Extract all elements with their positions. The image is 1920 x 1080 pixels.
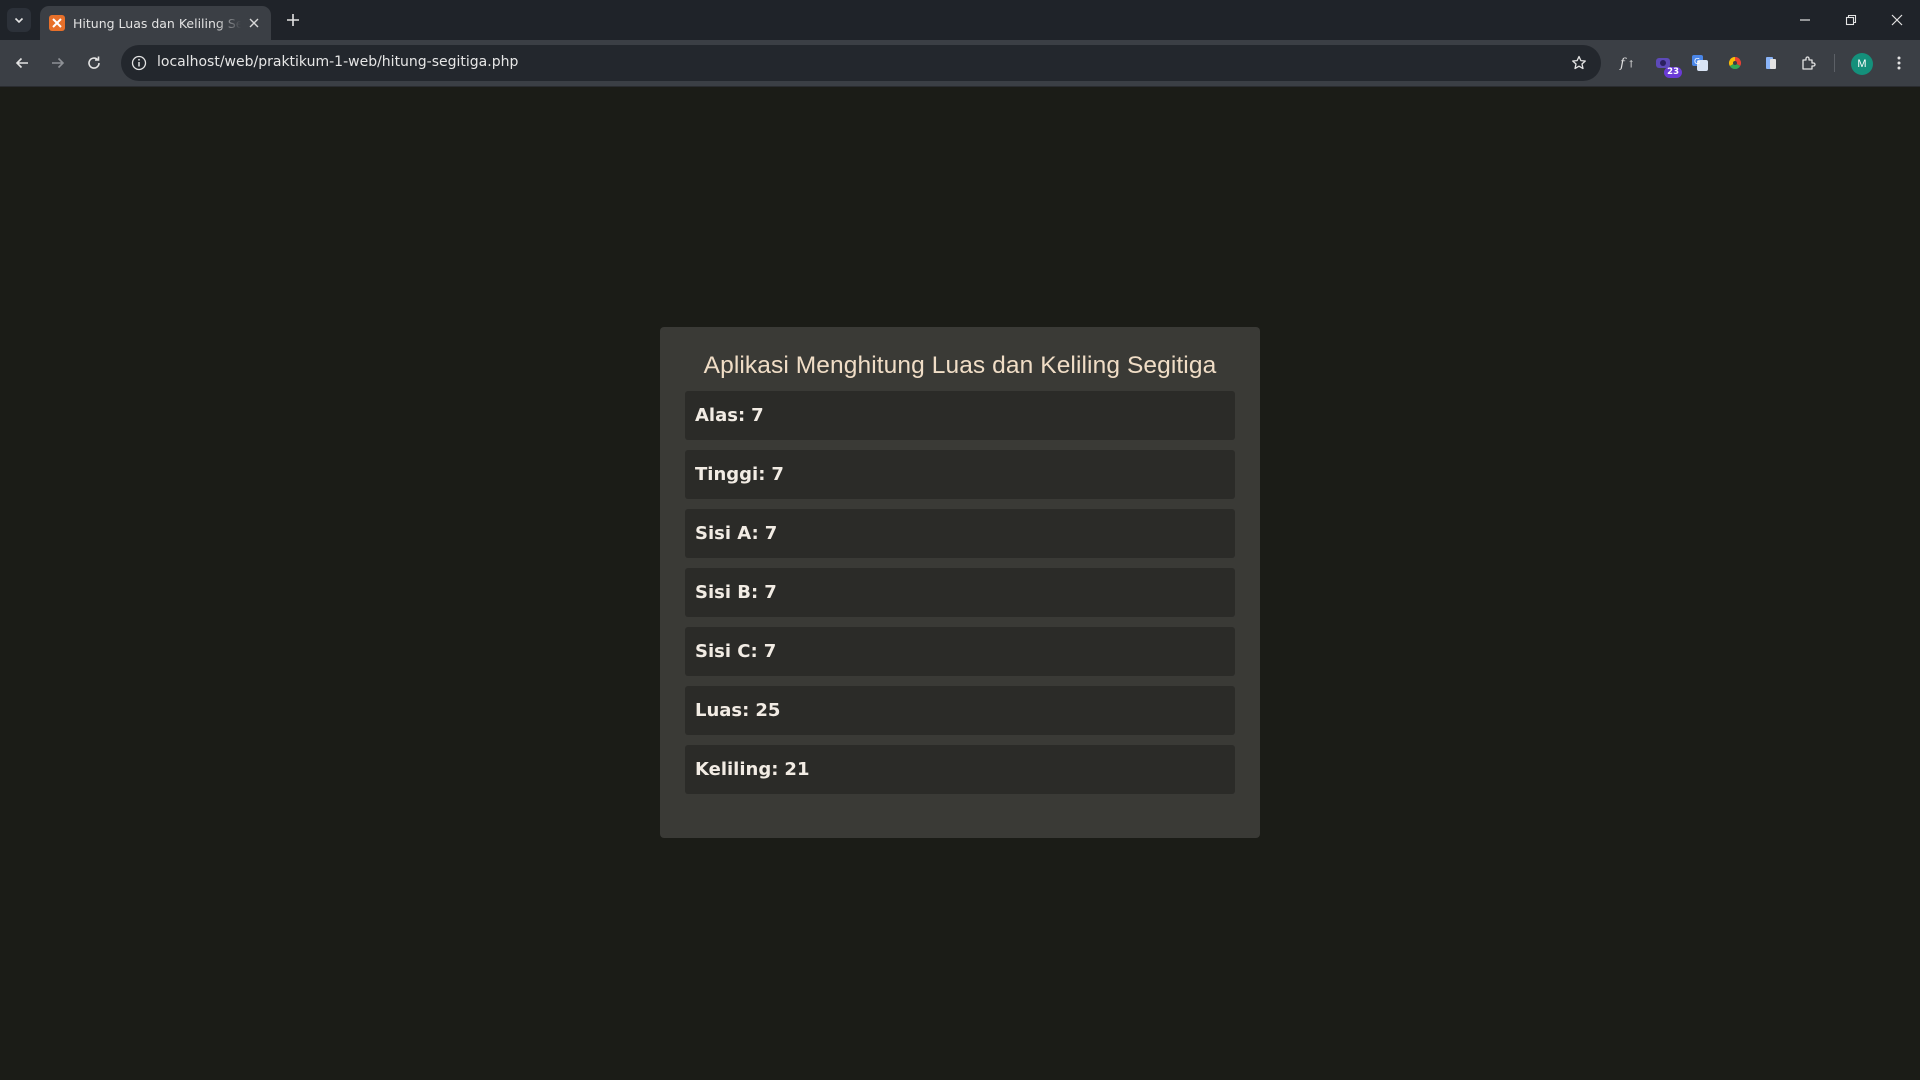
close-window-button[interactable] bbox=[1885, 8, 1909, 32]
svg-text:G: G bbox=[1694, 57, 1700, 66]
svg-text:↑: ↑ bbox=[1627, 60, 1635, 71]
back-button[interactable] bbox=[10, 51, 34, 75]
meet-extension-button[interactable]: 23 bbox=[1653, 51, 1682, 78]
extensions-button[interactable] bbox=[1796, 51, 1820, 75]
extension-badge: 23 bbox=[1664, 67, 1682, 78]
url-text[interactable]: localhost/web/praktikum-1-web/hitung-seg… bbox=[157, 54, 518, 70]
result-list: Alas: 7 Tinggi: 7 Sisi A: 7 Sisi B: 7 Si… bbox=[685, 391, 1235, 794]
xampp-favicon-icon bbox=[49, 15, 65, 31]
color-picker-extension-button[interactable] bbox=[1723, 51, 1747, 75]
color-wheel-icon bbox=[1728, 57, 1742, 70]
tab-strip: Hitung Luas dan Keliling Segitiga bbox=[0, 0, 1920, 40]
function-icon: f ↑ bbox=[1619, 57, 1635, 72]
svg-text:f: f bbox=[1619, 57, 1627, 72]
minimize-button[interactable] bbox=[1793, 8, 1817, 32]
row-value: 7 bbox=[751, 405, 764, 426]
new-tab-button[interactable] bbox=[282, 9, 304, 31]
browser-menu-button[interactable] bbox=[1887, 51, 1911, 75]
browser-toolbar: localhost/web/praktikum-1-web/hitung-seg… bbox=[0, 40, 1920, 87]
active-tab[interactable]: Hitung Luas dan Keliling Segitiga bbox=[40, 6, 271, 40]
document-icon bbox=[1766, 57, 1776, 69]
translate-extension-button[interactable]: G bbox=[1688, 51, 1712, 75]
row-label: Luas: bbox=[695, 700, 750, 721]
row-label: Keliling: bbox=[695, 759, 779, 780]
formula-extension-button[interactable]: f ↑ bbox=[1616, 51, 1640, 75]
row-label: Sisi A: bbox=[695, 523, 759, 544]
translate-icon: G bbox=[1692, 55, 1708, 71]
result-row-alas: Alas: 7 bbox=[685, 391, 1235, 440]
result-card: Aplikasi Menghitung Luas dan Keliling Se… bbox=[660, 327, 1260, 838]
page-title: Aplikasi Menghitung Luas dan Keliling Se… bbox=[703, 352, 1217, 379]
result-row-sisi-a: Sisi A: 7 bbox=[685, 509, 1235, 558]
row-value: 7 bbox=[771, 464, 784, 485]
arrow-left-icon bbox=[15, 57, 28, 69]
document-extension-button[interactable] bbox=[1759, 51, 1783, 75]
reload-button[interactable] bbox=[82, 51, 106, 75]
row-value: 7 bbox=[763, 641, 777, 662]
profile-avatar[interactable]: M bbox=[1851, 53, 1873, 75]
plus-icon bbox=[287, 14, 299, 26]
puzzle-icon bbox=[1802, 56, 1816, 70]
chevron-down-icon bbox=[14, 17, 24, 24]
row-value: 25 bbox=[755, 700, 781, 721]
restore-button[interactable] bbox=[1839, 8, 1863, 32]
address-bar[interactable]: localhost/web/praktikum-1-web/hitung-seg… bbox=[121, 45, 1601, 81]
site-info-icon[interactable] bbox=[129, 53, 149, 73]
arrow-right-icon bbox=[52, 57, 65, 69]
close-icon bbox=[1891, 14, 1903, 26]
row-label: Tinggi: bbox=[695, 464, 766, 485]
row-value: 7 bbox=[764, 582, 777, 603]
row-label: Alas: bbox=[695, 405, 746, 426]
result-row-sisi-c: Sisi C: 7 bbox=[685, 627, 1235, 676]
result-row-keliling: Keliling: 21 bbox=[685, 745, 1235, 794]
more-vertical-icon bbox=[1897, 56, 1901, 70]
row-label: Sisi C: bbox=[695, 641, 758, 662]
row-label: Sisi B: bbox=[695, 582, 759, 603]
bookmark-star-icon[interactable] bbox=[1569, 53, 1589, 73]
restore-icon bbox=[1845, 14, 1857, 26]
result-row-luas: Luas: 25 bbox=[685, 686, 1235, 735]
result-row-sisi-b: Sisi B: 7 bbox=[685, 568, 1235, 617]
row-value: 21 bbox=[784, 759, 810, 780]
row-value: 7 bbox=[764, 523, 778, 544]
result-row-tinggi: Tinggi: 7 bbox=[685, 450, 1235, 499]
close-tab-icon[interactable] bbox=[245, 14, 263, 32]
forward-button[interactable] bbox=[46, 51, 70, 75]
toolbar-separator bbox=[1834, 54, 1835, 72]
tab-search-button[interactable] bbox=[7, 8, 31, 32]
minimize-icon bbox=[1800, 19, 1810, 21]
reload-icon bbox=[88, 56, 100, 69]
tab-title: Hitung Luas dan Keliling Segitiga bbox=[73, 15, 241, 31]
